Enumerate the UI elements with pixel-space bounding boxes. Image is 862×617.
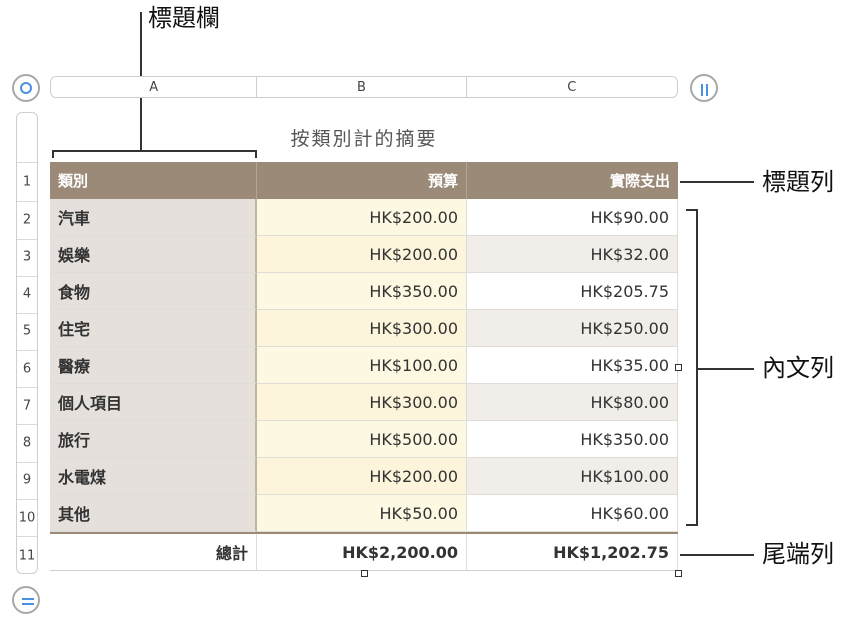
actual-cell[interactable]: HK$32.00: [467, 236, 678, 273]
footer-label-cell[interactable]: 總計: [50, 534, 257, 571]
resize-handle-right[interactable]: [675, 364, 682, 371]
actual-cell[interactable]: HK$250.00: [467, 310, 678, 347]
resize-handle-bottom[interactable]: [361, 570, 368, 577]
table-row: 旅行 HK$500.00 HK$350.00: [50, 421, 678, 458]
category-cell[interactable]: 個人項目: [50, 384, 257, 421]
footer-row: 總計 HK$2,200.00 HK$1,202.75: [50, 532, 678, 571]
callout-header-row-line: [680, 181, 754, 183]
header-cell[interactable]: 類別: [50, 162, 257, 199]
header-column-bracket-right: [255, 150, 257, 158]
body-rows-bracket-bottom: [686, 524, 698, 526]
row-number[interactable]: 9: [17, 473, 37, 488]
row-number[interactable]: 6: [17, 362, 37, 377]
budget-cell[interactable]: HK$100.00: [257, 347, 467, 384]
budget-cell[interactable]: HK$200.00: [257, 236, 467, 273]
table-row: 娛樂 HK$200.00 HK$32.00: [50, 236, 678, 273]
row-number[interactable]: 5: [17, 324, 37, 339]
column-handle-icon[interactable]: [690, 74, 718, 102]
category-cell[interactable]: 娛樂: [50, 236, 257, 273]
budget-cell[interactable]: HK$300.00: [257, 310, 467, 347]
header-row: 類別 預算 實際支出: [50, 162, 678, 199]
table-row: 醫療 HK$100.00 HK$35.00: [50, 347, 678, 384]
header-column-bracket-left: [52, 150, 54, 158]
category-cell[interactable]: 旅行: [50, 421, 257, 458]
row-number[interactable]: 1: [17, 175, 37, 190]
row-number[interactable]: 7: [17, 399, 37, 414]
table-row: 食物 HK$350.00 HK$205.75: [50, 273, 678, 310]
actual-cell[interactable]: HK$60.00: [467, 495, 678, 532]
row-number[interactable]: 11: [17, 549, 37, 564]
table-row: 其他 HK$50.00 HK$60.00: [50, 495, 678, 532]
callout-body-rows-line: [696, 368, 754, 370]
callout-header-row: 標題列: [762, 168, 834, 196]
column-header-a[interactable]: A: [51, 77, 258, 97]
row-number[interactable]: 4: [17, 287, 37, 302]
footer-actual-cell[interactable]: HK$1,202.75: [467, 534, 678, 571]
category-cell[interactable]: 醫療: [50, 347, 257, 384]
row-number[interactable]: 8: [17, 436, 37, 451]
resize-handle-corner[interactable]: [675, 570, 682, 577]
category-cell[interactable]: 汽車: [50, 199, 257, 236]
budget-cell[interactable]: HK$350.00: [257, 273, 467, 310]
column-header-bar: A B C: [50, 76, 678, 98]
column-header-c[interactable]: C: [467, 77, 677, 97]
category-cell[interactable]: 住宅: [50, 310, 257, 347]
category-cell[interactable]: 水電煤: [50, 458, 257, 495]
row-number[interactable]: 2: [17, 213, 37, 228]
table-title[interactable]: 按類別計的摘要: [50, 124, 678, 151]
row-number-bar: 1 2 3 4 5 6 7 8 9 10 11: [16, 112, 38, 574]
row-number[interactable]: 3: [17, 250, 37, 265]
budget-cell[interactable]: HK$500.00: [257, 421, 467, 458]
table-row: 水電煤 HK$200.00 HK$100.00: [50, 458, 678, 495]
header-cell[interactable]: 實際支出: [467, 162, 678, 199]
header-cell[interactable]: 預算: [257, 162, 467, 199]
table-row: 個人項目 HK$300.00 HK$80.00: [50, 384, 678, 421]
category-cell[interactable]: 食物: [50, 273, 257, 310]
table-row: 住宅 HK$300.00 HK$250.00: [50, 310, 678, 347]
budget-cell[interactable]: HK$50.00: [257, 495, 467, 532]
summary-table: 類別 預算 實際支出 汽車 HK$200.00 HK$90.00 娛樂 HK$2…: [50, 162, 678, 571]
budget-cell[interactable]: HK$300.00: [257, 384, 467, 421]
category-cell[interactable]: 其他: [50, 495, 257, 532]
row-number[interactable]: 10: [17, 511, 37, 526]
actual-cell[interactable]: HK$80.00: [467, 384, 678, 421]
callout-footer-row-line: [680, 554, 754, 556]
actual-cell[interactable]: HK$35.00: [467, 347, 678, 384]
budget-cell[interactable]: HK$200.00: [257, 199, 467, 236]
actual-cell[interactable]: HK$90.00: [467, 199, 678, 236]
column-header-b[interactable]: B: [257, 77, 467, 97]
actual-cell[interactable]: HK$350.00: [467, 421, 678, 458]
footer-budget-cell[interactable]: HK$2,200.00: [257, 534, 467, 571]
actual-cell[interactable]: HK$205.75: [467, 273, 678, 310]
select-table-icon[interactable]: [12, 74, 40, 102]
callout-body-rows: 內文列: [762, 354, 834, 382]
actual-cell[interactable]: HK$100.00: [467, 458, 678, 495]
row-handle-icon[interactable]: [12, 586, 40, 614]
table-row: 汽車 HK$200.00 HK$90.00: [50, 199, 678, 236]
callout-footer-row: 尾端列: [762, 540, 834, 568]
callout-header-column: 標題欄: [148, 4, 220, 32]
budget-cell[interactable]: HK$200.00: [257, 458, 467, 495]
